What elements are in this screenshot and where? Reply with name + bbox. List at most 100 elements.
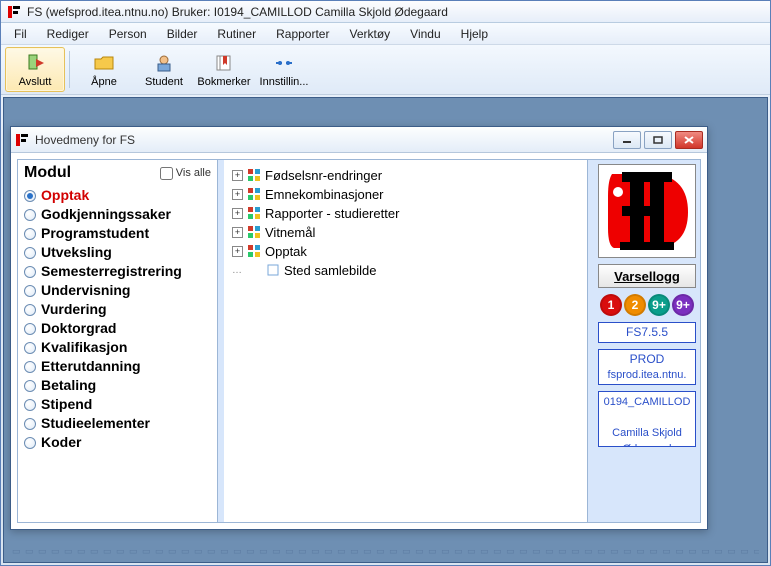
radio-icon	[24, 266, 36, 278]
radio-icon	[24, 190, 36, 202]
menu-bilder[interactable]: Bilder	[158, 25, 207, 43]
module-label: Utveksling	[41, 243, 112, 262]
menubar: FilRedigerPersonBilderRutinerRapporterVe…	[1, 23, 770, 45]
module-item[interactable]: Opptak	[24, 186, 211, 205]
menu-rapporter[interactable]: Rapporter	[267, 25, 338, 43]
module-item[interactable]: Stipend	[24, 395, 211, 414]
toolbar-innstillin[interactable]: Innstillin...	[254, 47, 314, 92]
window-buttons	[613, 131, 703, 149]
module-item[interactable]: Programstudent	[24, 224, 211, 243]
module-label: Doktorgrad	[41, 319, 116, 338]
module-item[interactable]: Undervisning	[24, 281, 211, 300]
module-label: Opptak	[41, 186, 89, 205]
module-item[interactable]: Vurdering	[24, 300, 211, 319]
folder-icon	[246, 186, 262, 202]
menu-vindu[interactable]: Vindu	[401, 25, 449, 43]
version-box: FS7.5.5	[598, 322, 696, 343]
module-item[interactable]: Godkjenningssaker	[24, 205, 211, 224]
module-list: OpptakGodkjenningssakerProgramstudentUtv…	[24, 186, 211, 452]
tree-label: Fødselsnr-endringer	[265, 168, 382, 183]
status-bar: ▭ ▭ ▭ ▭ ▭ ▭ ▭ ▭ ▭ ▭ ▭ ▭ ▭ ▭ ▭ ▭ ▭ ▭ ▭ ▭ …	[12, 546, 759, 558]
module-label: Godkjenningssaker	[41, 205, 171, 224]
app-title: FS (wefsprod.itea.ntnu.no) Bruker: I0194…	[27, 5, 448, 19]
module-item[interactable]: Utveksling	[24, 243, 211, 262]
module-label: Betaling	[41, 376, 96, 395]
info-panel: Varsellogg 129+9+ FS7.5.5 PROD fsprod.it…	[594, 160, 700, 522]
radio-icon	[24, 228, 36, 240]
toolbar-student[interactable]: Student	[134, 47, 194, 92]
toolbar-label: Åpne	[91, 76, 117, 88]
folder-icon	[246, 167, 262, 183]
expander-icon[interactable]: +	[232, 246, 243, 257]
tree-label: Emnekombinasjoner	[265, 187, 384, 202]
module-item[interactable]: Koder	[24, 433, 211, 452]
menu-hjelp[interactable]: Hjelp	[452, 25, 497, 43]
module-label: Studieelementer	[41, 414, 150, 433]
notification-badge[interactable]: 9+	[672, 294, 694, 316]
menu-verktøy[interactable]: Verktøy	[340, 25, 399, 43]
tree-item[interactable]: + Emnekombinasjoner	[228, 185, 583, 203]
close-button[interactable]	[675, 131, 703, 149]
menu-rediger[interactable]: Rediger	[38, 25, 98, 43]
expander-icon[interactable]: +	[232, 170, 243, 181]
radio-icon	[24, 304, 36, 316]
maximize-button[interactable]	[644, 131, 672, 149]
notification-badge[interactable]: 2	[624, 294, 646, 316]
tree: + Fødselsnr-endringer + Emnekombinasjoner + R…	[228, 166, 583, 279]
module-item[interactable]: Studieelementer	[24, 414, 211, 433]
tree-item[interactable]: + Rapporter - studieretter	[228, 204, 583, 222]
module-label: Koder	[41, 433, 81, 452]
radio-icon	[24, 285, 36, 297]
logo	[598, 164, 696, 258]
tree-item[interactable]: + Fødselsnr-endringer	[228, 166, 583, 184]
tree-label: Vitnemål	[265, 225, 315, 240]
tree-item[interactable]: +Opptak	[228, 242, 583, 260]
innstillin-icon	[272, 52, 296, 74]
menu-rutiner[interactable]: Rutiner	[208, 25, 265, 43]
notification-badge[interactable]: 1	[600, 294, 622, 316]
workspace: Hovedmeny for FS Modu	[3, 97, 768, 563]
inner-title: Hovedmeny for FS	[35, 133, 607, 147]
modul-heading: Modul	[24, 164, 71, 182]
radio-icon	[24, 247, 36, 259]
module-item[interactable]: Semesterregistrering	[24, 262, 211, 281]
tree-label: Sted samlebilde	[284, 263, 377, 278]
item-icon	[265, 262, 281, 278]
toolbar-label: Student	[145, 76, 183, 88]
radio-icon	[24, 342, 36, 354]
minimize-button[interactable]	[613, 131, 641, 149]
vis-alle-checkbox[interactable]: Vis alle	[160, 167, 211, 180]
folder-icon	[246, 205, 262, 221]
module-label: Undervisning	[41, 281, 130, 300]
toolbar-label: Bokmerker	[197, 76, 250, 88]
radio-icon	[24, 399, 36, 411]
module-item[interactable]: Doktorgrad	[24, 319, 211, 338]
inner-titlebar[interactable]: Hovedmeny for FS	[11, 127, 707, 153]
titlebar: FS (wefsprod.itea.ntnu.no) Bruker: I0194…	[1, 1, 770, 23]
inner-window: Hovedmeny for FS Modu	[10, 126, 708, 530]
folder-icon	[246, 243, 262, 259]
radio-icon	[24, 380, 36, 392]
notification-badge[interactable]: 9+	[648, 294, 670, 316]
varsellogg-button[interactable]: Varsellogg	[598, 264, 696, 288]
toolbar-apne[interactable]: Åpne	[74, 47, 134, 92]
toolbar-bokmerker[interactable]: Bokmerker	[194, 47, 254, 92]
module-item[interactable]: Kvalifikasjon	[24, 338, 211, 357]
expander-icon[interactable]: +	[232, 208, 243, 219]
tree-item[interactable]: + Vitnemål	[228, 223, 583, 241]
module-item[interactable]: Etterutdanning	[24, 357, 211, 376]
module-label: Stipend	[41, 395, 92, 414]
inner-app-icon	[15, 133, 29, 147]
radio-icon	[24, 209, 36, 221]
expander-icon[interactable]: +	[232, 227, 243, 238]
student-icon	[152, 52, 176, 74]
module-item[interactable]: Betaling	[24, 376, 211, 395]
toolbar-label: Avslutt	[19, 76, 52, 88]
tree-item[interactable]: …+Sted samlebilde	[228, 261, 583, 279]
toolbar-avslutt[interactable]: Avslutt	[5, 47, 65, 92]
menu-person[interactable]: Person	[100, 25, 156, 43]
module-panel: Modul Vis alle OpptakGodkjenningssakerPr…	[18, 160, 218, 522]
expander-icon[interactable]: +	[232, 189, 243, 200]
tree-label: Rapporter - studieretter	[265, 206, 399, 221]
menu-fil[interactable]: Fil	[5, 25, 36, 43]
